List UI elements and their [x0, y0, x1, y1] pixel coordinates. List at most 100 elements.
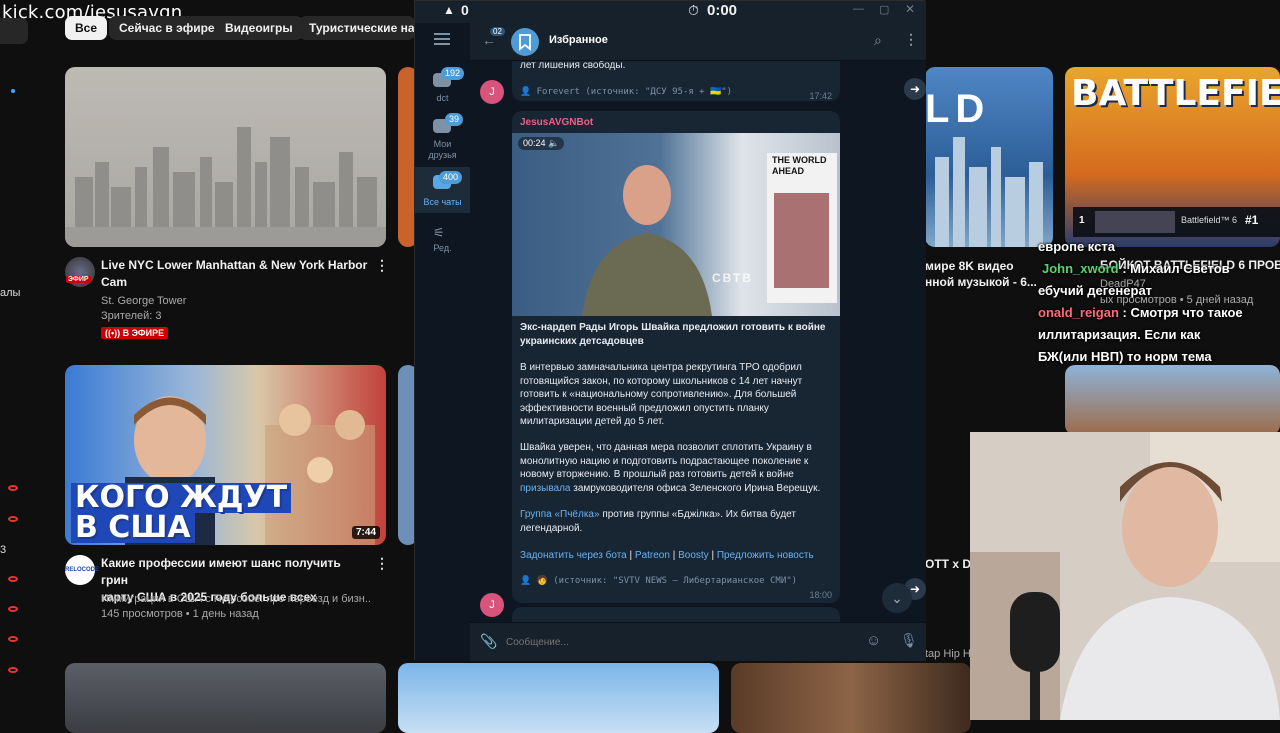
mute-icon[interactable]: 🔈 [548, 138, 559, 148]
saved-messages-icon [511, 28, 539, 56]
video-meta: 145 просмотров • 1 день назад [101, 608, 259, 620]
folder-dct[interactable]: 192 dct [415, 67, 470, 109]
folder-label: Все чаты [423, 197, 462, 207]
paragraph-text: замруководителя офиса Зеленского Ирина В… [570, 482, 821, 494]
message-bubble[interactable]: лет лишения свободы. 👤 Forevert (источни… [512, 61, 840, 101]
emoji-icon[interactable]: ☺ [866, 632, 881, 649]
unread-badge: 39 [445, 113, 464, 126]
notification-dot [11, 89, 15, 93]
timer-icon: ⏱ [688, 2, 699, 18]
channel-avatar[interactable]: RELOCODE [65, 555, 99, 585]
window-titlebar: ▲ 0 ⏱ 0:00 — ▢ ✕ [415, 1, 926, 23]
video-thumbnail[interactable] [731, 663, 971, 733]
live-icon[interactable] [8, 576, 18, 582]
video-title-fragment[interactable]: OTT x D [925, 556, 971, 573]
channel-avatar[interactable]: ЭФИР [65, 257, 95, 287]
more-options-icon[interactable]: ⋮ [904, 31, 918, 48]
chat-overlay: европе кста John_xword : Михаил Светов е… [1038, 236, 1243, 368]
back-unread-count: 02 [490, 27, 505, 36]
chat-line: ебучий дегенерат [1038, 283, 1153, 298]
message-text: лет лишения свободы. [520, 61, 626, 71]
video-thumbnail-usa[interactable]: КОГО ЖДУТ В США 7:44 [65, 365, 386, 545]
chat-text: : Смотря что такое [1118, 305, 1243, 320]
video-thumbnail[interactable] [1065, 365, 1280, 435]
post-title: Экс-нардеп Рады Игорь Швайка предложил г… [520, 322, 826, 347]
link-separator: | [629, 550, 633, 561]
suggest-news-link[interactable]: Предложить новость [717, 550, 814, 561]
video-thumbnail-battlefield[interactable]: BATTLEFIE 1 Battlefield™ 6 #1 [1065, 67, 1280, 247]
live-badge-text: В ЭФИРЕ [122, 328, 165, 338]
inline-link[interactable]: призывала [520, 483, 571, 494]
message-bubble[interactable]: JesusAVGNBot THE WORLD AHEAD СВТВ 00:24 … [512, 111, 840, 603]
video-thumbnail[interactable] [398, 663, 719, 733]
chat-nick: onald_reigan [1038, 305, 1119, 320]
live-icon[interactable] [8, 606, 18, 612]
folder-edit[interactable]: ⚟ Ред. [415, 221, 470, 259]
close-icon[interactable]: ✕ [905, 2, 915, 16]
video-time-value: 00:24 [523, 138, 546, 148]
video-title-fragment[interactable]: нной музыкой - 6... [925, 274, 1037, 291]
game-rank: #1 [1245, 213, 1259, 227]
minimize-icon[interactable]: — [853, 3, 864, 15]
unread-badge: 192 [441, 67, 465, 80]
live-icon[interactable] [8, 485, 18, 491]
message-composer: 📎 ☺ 🎙 [470, 622, 926, 661]
channel-name[interactable]: St. George Tower [101, 294, 186, 309]
maximize-icon[interactable]: ▢ [879, 3, 889, 16]
microphone-icon[interactable]: 🎙 [900, 632, 918, 649]
source-text: Forevert (источник: "ДСУ 95-я + 🇺🇦") [536, 87, 733, 97]
chip-all[interactable]: Все [65, 16, 108, 40]
unread-badge: 400 [439, 171, 463, 184]
video-thumbnail[interactable] [65, 663, 386, 733]
video-player[interactable]: THE WORLD AHEAD СВТВ 00:24 🔈 [512, 133, 840, 316]
timer-value: 0:00 [707, 2, 738, 19]
folder-all-chats[interactable]: 400 Все чаты [415, 167, 470, 213]
boosty-link[interactable]: Boosty [678, 550, 709, 561]
menu-icon[interactable] [434, 33, 450, 45]
live-icon[interactable] [8, 636, 18, 642]
channel-fragment: tap Hip H [925, 648, 971, 660]
chat-line: иллитаризация. Если как [1038, 327, 1201, 342]
message-source: 👤 Forevert (источник: "ДСУ 95-я + 🇺🇦") [520, 87, 733, 97]
thumbnail-text: BATTLEFIE [1071, 73, 1280, 114]
folder-label: друзья [428, 150, 457, 160]
thumbnail-text: LD [925, 87, 991, 131]
live-icon[interactable] [8, 516, 18, 522]
chip-travel[interactable]: Туристические напра [299, 16, 415, 40]
link-separator: | [711, 550, 715, 561]
video-title-fragment[interactable]: мире 8K видео [925, 258, 1014, 275]
donate-link[interactable]: Задонатить через бота [520, 550, 627, 561]
patreon-link[interactable]: Patreon [635, 550, 670, 561]
sender-avatar[interactable]: J [480, 80, 504, 104]
chip-games[interactable]: Видеоигры [215, 16, 303, 40]
game-info-bar: 1 Battlefield™ 6 #1 [1073, 207, 1280, 237]
video-thumbnail-city[interactable]: LD [925, 67, 1053, 247]
attach-icon[interactable]: 📎 [480, 633, 497, 650]
sender-name[interactable]: JesusAVGNBot [520, 117, 593, 128]
channel-name[interactable]: Иммиграция в США с Relocode: про переезд… [101, 592, 371, 607]
folder-label: dct [436, 93, 449, 103]
more-options-icon[interactable]: ⋮ [375, 257, 389, 274]
next-message-bubble[interactable] [512, 607, 840, 622]
message-input[interactable] [506, 632, 846, 652]
live-icon[interactable] [8, 667, 18, 673]
chat-text: : Михаил Светов [1118, 261, 1230, 276]
message-list[interactable]: лет лишения свободы. 👤 Forevert (источни… [470, 61, 926, 622]
folder-my-friends[interactable]: 39 Мои друзья [415, 113, 470, 163]
video-title[interactable]: Live NYC Lower Manhattan & New York Harb… [101, 257, 371, 291]
sender-avatar[interactable]: J [480, 593, 504, 617]
more-options-icon[interactable]: ⋮ [375, 555, 389, 572]
search-icon[interactable]: ⌕ [874, 32, 882, 49]
post-paragraph: Швайка уверен, что данная мера позволит … [520, 441, 832, 495]
inline-link[interactable]: Группа «Пчёлка» [520, 509, 600, 520]
thumbnail-text-line: В США [71, 513, 195, 543]
video-thumbnail-nyc[interactable] [65, 67, 386, 247]
chip-live[interactable]: Сейчас в эфире [109, 16, 225, 40]
video-title-line: Какие профессии имеют шанс получить грин [101, 556, 341, 587]
chat-line: БЖ(или НВП) то норм тема [1038, 349, 1212, 364]
source-text: (источник: "SVTV NEWS — Либертарианское … [553, 576, 798, 586]
post-paragraph: Группа «Пчёлка» против группы «Бджiлка».… [520, 508, 832, 535]
forward-icon[interactable]: ➜ [904, 78, 926, 100]
scroll-down-icon[interactable]: ⌄ [882, 583, 912, 613]
chat-title[interactable]: Избранное [549, 34, 608, 46]
